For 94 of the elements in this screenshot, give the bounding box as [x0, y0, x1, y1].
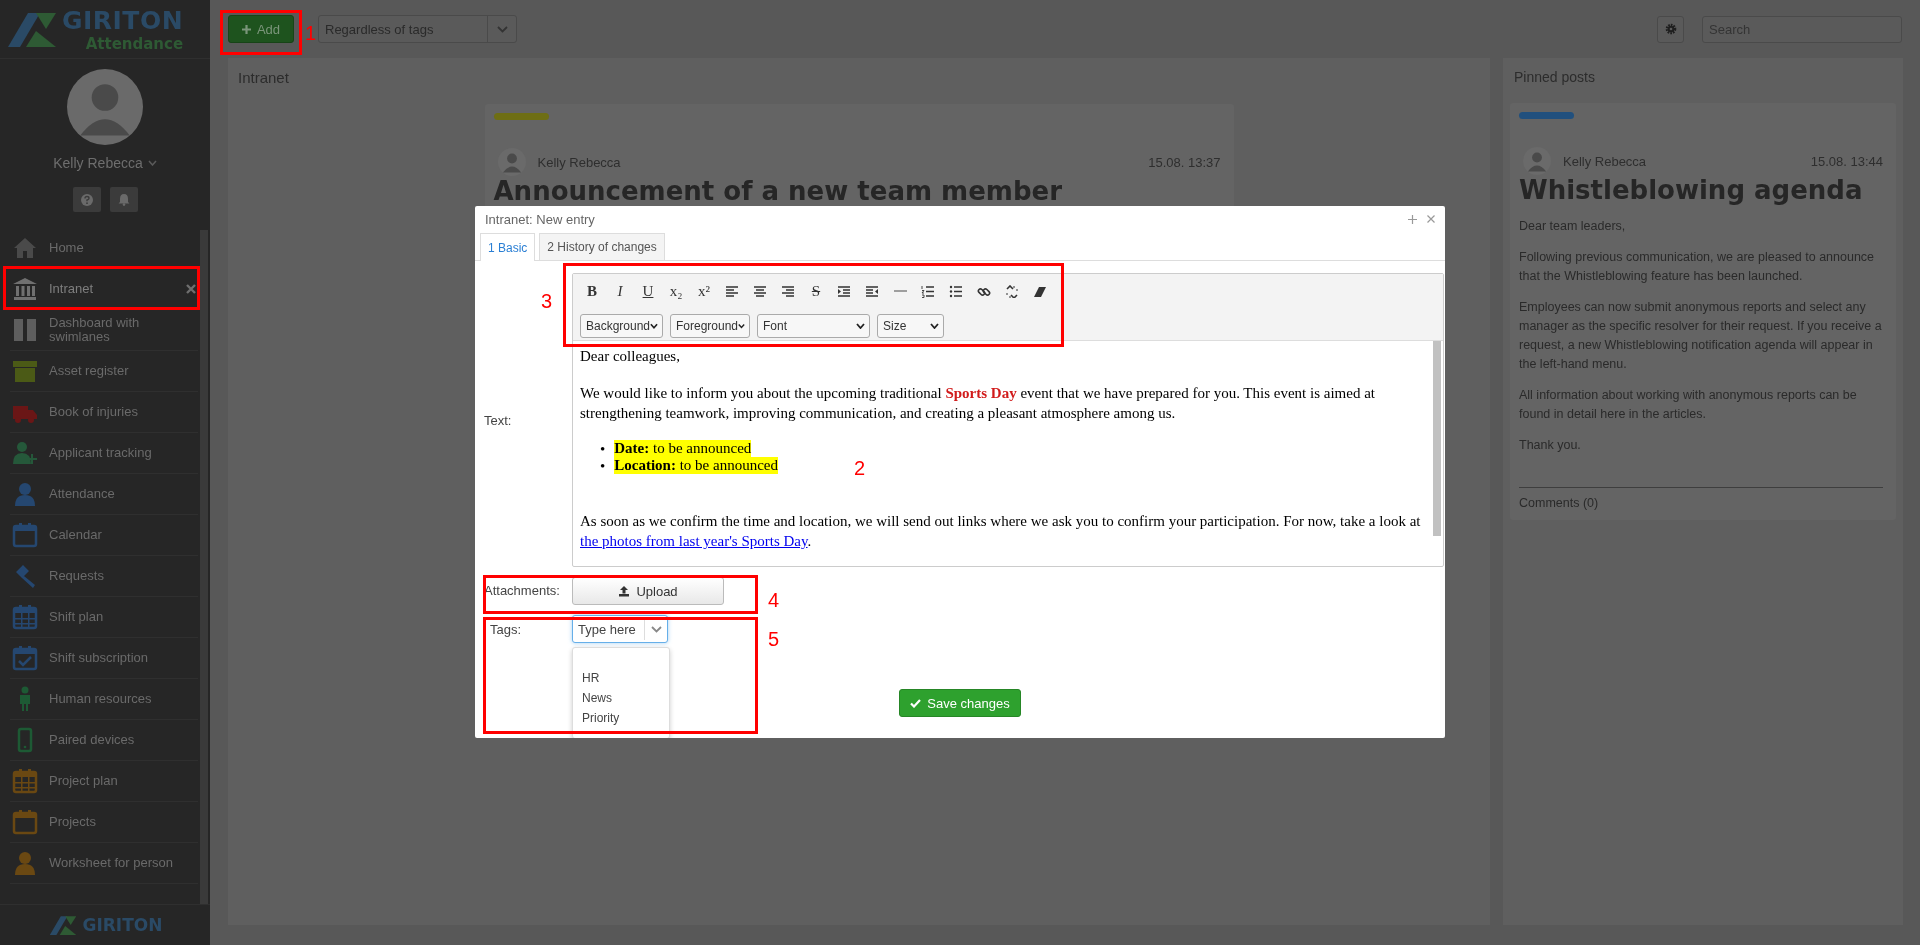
tab[interactable]: 1 Basic [480, 233, 536, 261]
sidebar-item[interactable]: Project plan [10, 761, 198, 802]
sidebar-item[interactable]: Home [10, 228, 198, 269]
chevron-down-icon [856, 323, 865, 329]
plus-icon [241, 24, 251, 34]
sidebar-item[interactable]: Book of injuries [10, 392, 198, 433]
sidebar-item[interactable]: Requests [10, 556, 198, 597]
photos-link[interactable]: the photos from last year's Sports Day [580, 533, 808, 549]
callout-number: 4 [768, 590, 780, 610]
post-paragraph: Following previous communication, we are pleased to announce that the Whistleblowing feature has been launched. [1519, 249, 1876, 285]
align-left-icon [725, 284, 739, 298]
brand-name: GIRITON [82, 915, 163, 935]
chevron-down-icon [496, 25, 508, 33]
upload-icon [618, 585, 631, 597]
sidebar-item[interactable]: Calendar [10, 515, 198, 556]
broken-link-icon [1005, 284, 1019, 298]
caret-icon [147, 160, 157, 166]
avatar [1523, 147, 1551, 175]
align-right-icon [781, 284, 795, 298]
dropdown-option[interactable]: HR [573, 668, 669, 688]
toolbar-button[interactable]: x₂ [664, 280, 688, 302]
dropdown-option[interactable]: Priority [573, 708, 669, 728]
callout-number: 3 [541, 291, 553, 311]
toolbar-button[interactable]: U [636, 280, 660, 302]
field-label: Tags: [489, 622, 523, 637]
field-label: Text: [484, 412, 513, 428]
toolbar-button[interactable]: S [804, 280, 828, 302]
dialog-title: Intranet: New entry [485, 211, 596, 227]
sidebar-item[interactable]: Shift subscription [10, 638, 198, 679]
comments-link[interactable]: Comments (0) [1519, 496, 1599, 510]
text-editor[interactable] [572, 273, 1444, 567]
sidebar-item[interactable]: Intranet [10, 269, 198, 310]
bullet-marker: • [600, 439, 606, 459]
sidebar-item[interactable]: Attendance [10, 474, 198, 515]
close-icon[interactable] [1427, 215, 1435, 223]
bullet-list-icon [949, 284, 963, 298]
format-dropdown[interactable]: Foreground [670, 314, 750, 338]
toolbar-button[interactable]: I [608, 280, 632, 302]
settings-button[interactable] [1657, 15, 1684, 43]
bell-icon [117, 193, 130, 206]
help-button[interactable] [72, 187, 101, 212]
format-dropdown[interactable]: Background [580, 314, 663, 338]
add-button[interactable]: Add [228, 15, 294, 43]
brand-name: GIRITON [62, 5, 184, 35]
dropdown-option[interactable]: News [573, 688, 669, 708]
sidebar-item[interactable]: Human resources [10, 679, 198, 720]
sidebar-item[interactable]: Dashboard with swimlanes [10, 310, 198, 351]
callout-number: 5 [768, 629, 780, 649]
sidebar-item[interactable]: Applicant tracking [10, 433, 198, 474]
chevron-down-icon [650, 625, 662, 633]
toolbar-button[interactable]: x² [692, 280, 716, 302]
ordered-list-icon [921, 284, 935, 298]
scrollbar[interactable] [1433, 341, 1441, 536]
horizontal-rule-icon [893, 290, 907, 292]
callout-number: 1 [305, 23, 317, 43]
format-dropdown[interactable]: Font [757, 314, 870, 338]
field-label: Attachments: [484, 583, 561, 598]
editor-paragraph: As soon as we confirm the time and location, we will send out links where we ask you to confirm your participation. For now, take a look at the photos from last year's Sports Day. [580, 512, 1422, 551]
post-paragraph: Dear team leaders, [1519, 218, 1627, 235]
editor-paragraph: Dear colleagues, [580, 347, 681, 366]
sidebar-item[interactable]: Paired devices [10, 720, 198, 761]
chevron-down-icon [650, 323, 658, 329]
indent-icon [837, 284, 851, 298]
sidebar-item[interactable]: Worksheet for person [10, 843, 198, 884]
editor-paragraph: We would like to inform you about the upcoming traditional Sports Day event that we have prepared for you. This event is aimed at strengthening teamwork, improving communication, and creating a pleasant atmosphere among us. [580, 384, 1376, 423]
format-dropdown[interactable]: Size [877, 314, 944, 338]
post-title: Whistleblowing agenda [1519, 175, 1864, 205]
post-title: Announcement of a new team member [493, 176, 1063, 206]
bullet-marker: • [600, 456, 606, 476]
sidebar-item[interactable]: Shift plan [10, 597, 198, 638]
avatar [497, 148, 526, 176]
sidebar-item[interactable]: Projects [10, 802, 198, 843]
align-center-icon [753, 284, 767, 298]
check-icon [910, 698, 922, 708]
notifications-button[interactable] [109, 187, 138, 212]
chevron-down-icon [930, 323, 939, 329]
chevron-down-icon [738, 323, 745, 329]
sidebar-item[interactable]: Asset register [10, 351, 198, 392]
outdent-icon [865, 284, 879, 298]
upload-button[interactable]: Upload [572, 577, 724, 605]
highlighted-text: Location: to be announced [614, 457, 778, 474]
highlighted-text: Date: to be announced [614, 440, 752, 457]
user-name[interactable]: Kelly Rebecca [53, 155, 143, 171]
plus-icon[interactable] [1408, 214, 1417, 224]
eraser-icon [1033, 284, 1047, 298]
callout-number: 2 [854, 458, 866, 478]
close-icon[interactable] [186, 284, 196, 294]
logo-icon [47, 914, 78, 936]
tab[interactable]: 2 History of changes [539, 233, 665, 260]
post-paragraph: Thank you. [1519, 437, 1582, 454]
save-button[interactable]: Save changes [899, 689, 1021, 717]
settings-icon [1664, 23, 1677, 35]
toolbar-button[interactable]: B [580, 280, 604, 302]
help-icon [80, 193, 93, 206]
